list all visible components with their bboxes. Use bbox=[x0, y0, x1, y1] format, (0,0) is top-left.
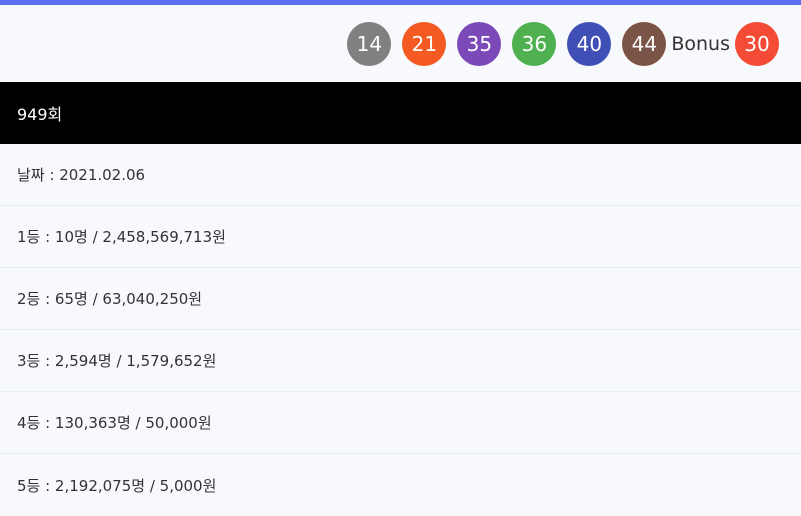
number-ball-1: 14 bbox=[347, 21, 392, 66]
prize-rank-4-text: 4등 : 130,363명 / 50,000원 bbox=[17, 414, 212, 432]
prize-rank-3-row: 3등 : 2,594명 / 1,579,652원 bbox=[0, 330, 801, 392]
round-title: 949회 bbox=[17, 105, 63, 124]
prize-info-list: 날짜 : 2021.02.06 1등 : 10명 / 2,458,569,713… bbox=[0, 144, 801, 516]
round-header: 949회 bbox=[0, 82, 801, 144]
draw-date-row: 날짜 : 2021.02.06 bbox=[0, 144, 801, 206]
number-ball-3: 35 bbox=[457, 21, 502, 66]
prize-rank-5-row: 5등 : 2,192,075명 / 5,000원 bbox=[0, 454, 801, 516]
number-ball-5: 40 bbox=[567, 21, 612, 66]
prize-rank-1-row: 1등 : 10명 / 2,458,569,713원 bbox=[0, 206, 801, 268]
bonus-ball: 30 bbox=[735, 21, 779, 66]
bonus-label: Bonus bbox=[671, 32, 730, 55]
number-ball-6: 44 bbox=[622, 21, 667, 66]
prize-rank-2-text: 2등 : 65명 / 63,040,250원 bbox=[17, 290, 203, 308]
number-ball-4: 36 bbox=[512, 21, 557, 66]
number-ball-2: 21 bbox=[402, 21, 447, 66]
draw-date-text: 날짜 : 2021.02.06 bbox=[17, 166, 146, 184]
prize-rank-3-text: 3등 : 2,594명 / 1,579,652원 bbox=[17, 352, 217, 370]
winning-numbers-bar: 14 21 35 36 40 44 Bonus 30 bbox=[0, 5, 801, 82]
prize-rank-4-row: 4등 : 130,363명 / 50,000원 bbox=[0, 392, 801, 454]
prize-rank-2-row: 2등 : 65명 / 63,040,250원 bbox=[0, 268, 801, 330]
prize-rank-1-text: 1등 : 10명 / 2,458,569,713원 bbox=[17, 228, 226, 246]
prize-rank-5-text: 5등 : 2,192,075명 / 5,000원 bbox=[17, 476, 217, 495]
